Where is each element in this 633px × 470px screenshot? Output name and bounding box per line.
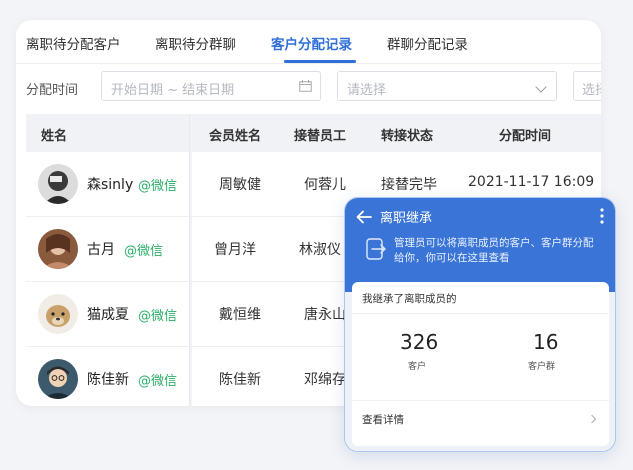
date-range-input[interactable]: 开始日期 ~ 结束日期	[101, 71, 321, 101]
source-badge: @微信	[138, 309, 178, 324]
member-name: 曾月洋	[214, 242, 256, 258]
divider	[352, 313, 609, 314]
customer-name: 古月	[87, 242, 115, 258]
status-select-placeholder: 请选择	[347, 83, 387, 98]
header-staff: 接替员工	[294, 129, 347, 144]
staff-name: 林淑仪	[299, 242, 341, 258]
transfer-status: 接替完毕	[381, 177, 437, 193]
header-name: 姓名	[41, 129, 68, 144]
source-badge: @微信	[138, 179, 178, 194]
avatar	[38, 164, 78, 204]
chevron-right-icon	[587, 414, 597, 424]
avatar	[38, 294, 78, 334]
source-badge: @微信	[124, 244, 164, 259]
stat-customers-label: 客户	[408, 362, 427, 372]
member-name: 戴恒维	[219, 307, 261, 323]
inherited-stats-card: 我继承了离职成员的 326 客户 16 客户群 查看详情	[352, 282, 609, 446]
date-range-placeholder: 开始日期 ~ 结束日期	[111, 83, 235, 98]
tab-group-records[interactable]: 群聊分配记录	[387, 33, 468, 53]
customer-name: 森sinly	[87, 177, 134, 193]
avatar	[38, 229, 78, 269]
tab-customer-records[interactable]: 客户分配记录	[271, 33, 352, 53]
source-badge: @微信	[138, 374, 178, 389]
mobile-inheritance-card: 离职继承 管理员可以将离职成员的客户、客户群分配给你，你可以在这里查看 我继承了…	[344, 197, 616, 452]
staff-name: 唐永山	[304, 307, 346, 323]
stats-title: 我继承了离职成员的	[362, 293, 457, 305]
stat-groups-label: 客户群	[528, 362, 556, 372]
divider	[352, 400, 609, 401]
fixed-column-shadow	[189, 114, 192, 406]
calendar-icon	[299, 80, 312, 92]
customer-name: 陈佳新	[87, 372, 129, 388]
member-name: 陈佳新	[219, 372, 261, 388]
tab-pending-groups[interactable]: 离职待分群聊	[155, 33, 236, 53]
table-header: 姓名 会员姓名 接替员工 转接状态 分配时间	[26, 114, 601, 152]
stat-customers-value: 326	[400, 330, 439, 354]
back-arrow-icon[interactable]	[356, 210, 372, 224]
staff-name: 何蓉儿	[304, 177, 346, 193]
avatar	[38, 359, 78, 399]
more-menu-icon[interactable]	[600, 208, 604, 224]
status-select[interactable]: 请选择	[337, 71, 557, 101]
mobile-info-text: 管理员可以将离职成员的客户、客户群分配给你，你可以在这里查看	[394, 237, 594, 264]
staff-name: 邓绵存	[304, 372, 346, 388]
stat-groups-value: 16	[533, 330, 559, 354]
chevron-down-icon	[535, 81, 547, 93]
staff-select[interactable]: 选择	[573, 71, 601, 101]
tab-pending-customers[interactable]: 离职待分配客户	[26, 33, 121, 53]
header-status: 转接状态	[381, 129, 434, 144]
staff-select-placeholder: 选择	[582, 83, 601, 98]
transfer-icon	[366, 238, 386, 260]
mobile-title: 离职继承	[380, 211, 433, 226]
member-name: 周敏健	[219, 177, 261, 193]
customer-name: 猫成夏	[87, 307, 129, 323]
header-member: 会员姓名	[209, 129, 262, 144]
view-details-link[interactable]: 查看详情	[362, 412, 404, 427]
assign-time: 2021-11-17 16:09	[468, 174, 595, 190]
active-tab-indicator	[284, 60, 356, 63]
header-time: 分配时间	[499, 129, 552, 144]
mobile-header: 离职继承 管理员可以将离职成员的客户、客户群分配给你，你可以在这里查看	[345, 198, 615, 292]
filter-time-label: 分配时间	[26, 83, 79, 98]
tab-bar: 离职待分配客户 离职待分群聊 客户分配记录 群聊分配记录	[16, 20, 601, 64]
